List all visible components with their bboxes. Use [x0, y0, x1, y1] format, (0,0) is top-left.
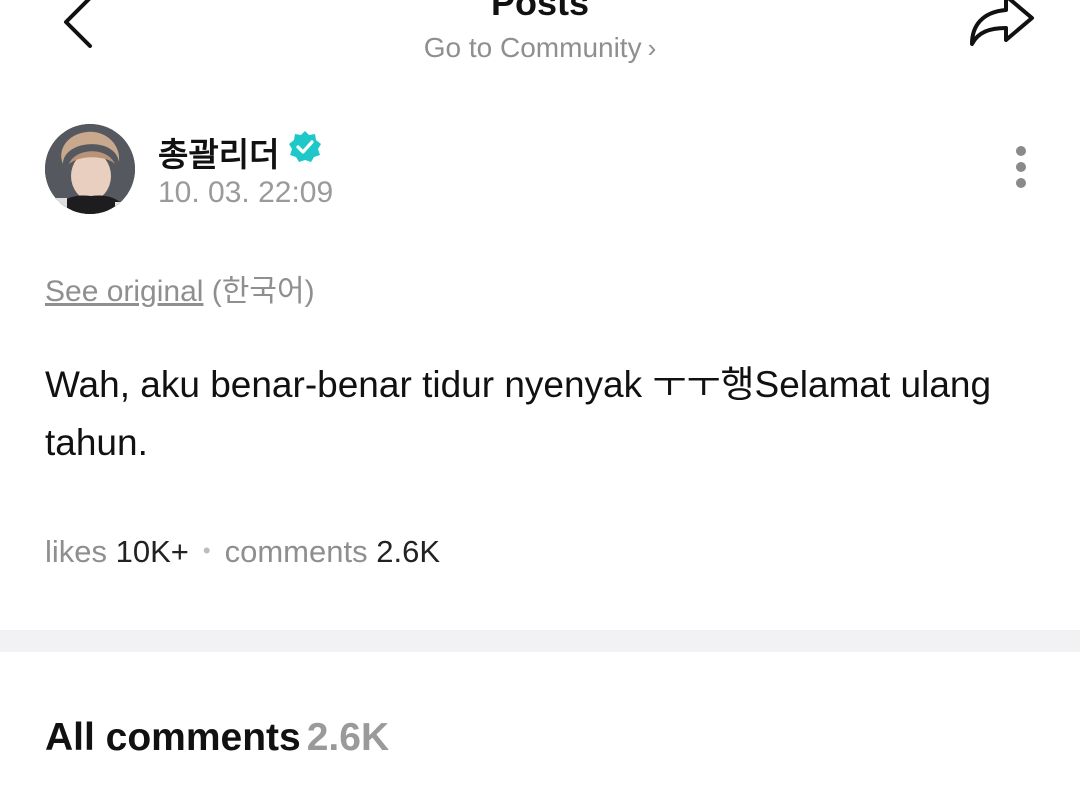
author-name[interactable]: 총괄리더	[158, 128, 279, 176]
comments-count: 2.6K	[376, 534, 440, 569]
go-to-community-link[interactable]: Go to Community ›	[0, 32, 1080, 64]
translation-row: See original (한국어)	[45, 266, 315, 310]
likes-count: 10K+	[115, 534, 189, 569]
post-detail-page: Posts Go to Community › 총괄리더 10. 03. 22:0…	[0, 0, 1080, 786]
share-arrow-icon	[970, 0, 1034, 46]
share-button[interactable]	[964, 0, 1038, 52]
top-header: Posts Go to Community ›	[0, 0, 1080, 90]
page-title: Posts	[490, 0, 590, 23]
post-body-text: Wah, aku benar-benar tidur nyenyak ㅜㅜ행Se…	[45, 364, 992, 463]
community-link-label: Go to Community	[423, 32, 642, 63]
more-dot-icon	[1016, 146, 1026, 156]
avatar-photo	[45, 124, 135, 214]
chevron-right-icon: ›	[647, 33, 657, 63]
comments-label: comments	[224, 534, 368, 569]
more-dot-icon	[1016, 178, 1026, 188]
original-language-label: (한국어)	[211, 275, 315, 308]
all-comments-heading: All comments 2.6K	[45, 716, 389, 760]
post-stats: likes 10K+ • comments 2.6K	[45, 534, 440, 570]
more-options-button[interactable]	[1004, 146, 1038, 194]
all-comments-title: All comments	[45, 716, 301, 759]
separator-dot: •	[202, 538, 211, 563]
more-dot-icon	[1016, 162, 1026, 172]
author-avatar[interactable]	[45, 124, 135, 214]
likes-label: likes	[45, 534, 108, 569]
section-divider	[0, 630, 1080, 652]
see-original-link[interactable]: See original	[45, 275, 203, 308]
post-timestamp: 10. 03. 22:09	[158, 176, 334, 209]
verified-badge-icon	[289, 131, 321, 162]
all-comments-count: 2.6K	[306, 716, 390, 759]
